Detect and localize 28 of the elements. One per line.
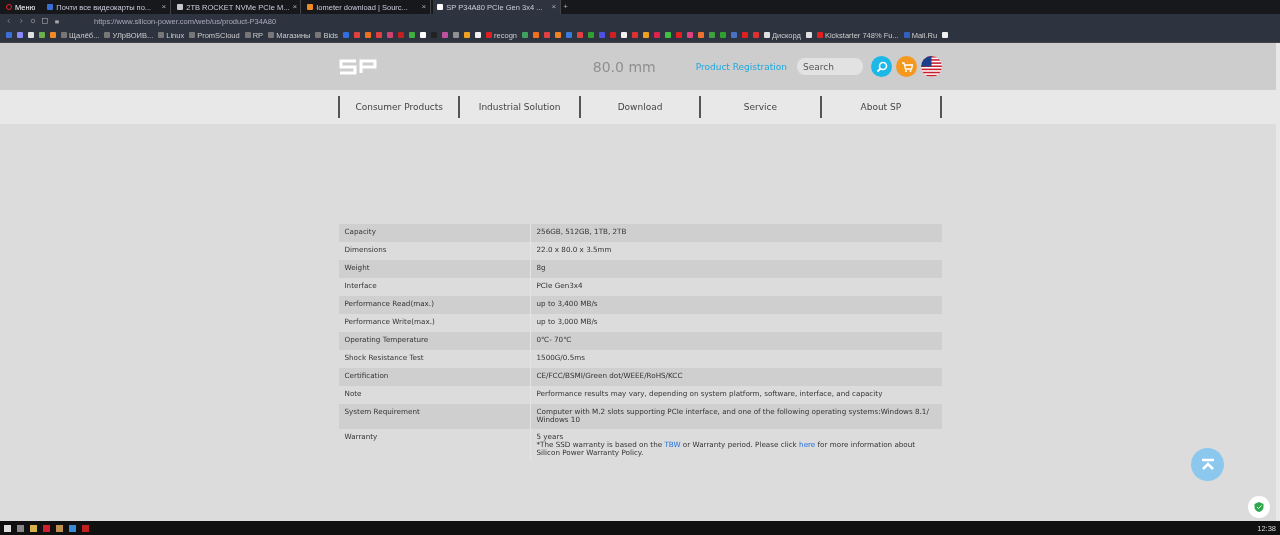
nav-link[interactable]: About SP [821, 96, 943, 118]
nav-link[interactable]: Download [580, 96, 702, 118]
app-icon[interactable] [17, 524, 24, 532]
logo-icon[interactable] [338, 58, 380, 75]
caption-text: 80.0 mm [592, 58, 656, 75]
bookmark-icon[interactable] [420, 32, 427, 38]
bookmark-icon[interactable] [942, 32, 949, 38]
close-icon[interactable]: × [421, 3, 427, 11]
back-to-top-button[interactable] [1191, 448, 1224, 481]
nav-link[interactable]: Service [701, 96, 822, 118]
close-icon[interactable]: × [292, 3, 298, 11]
search-button[interactable] [871, 56, 892, 77]
close-icon[interactable]: × [161, 3, 167, 11]
nav-link[interactable]: Consumer Products [340, 96, 461, 118]
bookmark-icon[interactable] [464, 32, 471, 38]
search-icon [875, 60, 888, 73]
bookmark-icon[interactable] [805, 32, 812, 38]
close-icon[interactable]: × [551, 3, 557, 11]
search-field[interactable]: Search [797, 58, 863, 75]
flag-icon[interactable] [921, 56, 942, 77]
forward-icon[interactable] [18, 18, 24, 24]
shield-badge[interactable] [1248, 496, 1270, 518]
nav-link[interactable]: Industrial Solution [460, 96, 581, 118]
back-icon[interactable] [6, 18, 12, 24]
cart-icon [900, 60, 913, 73]
new-tab-icon[interactable]: + [563, 3, 568, 11]
bookmark-icon[interactable] [475, 32, 482, 38]
shield-icon [1253, 501, 1265, 513]
